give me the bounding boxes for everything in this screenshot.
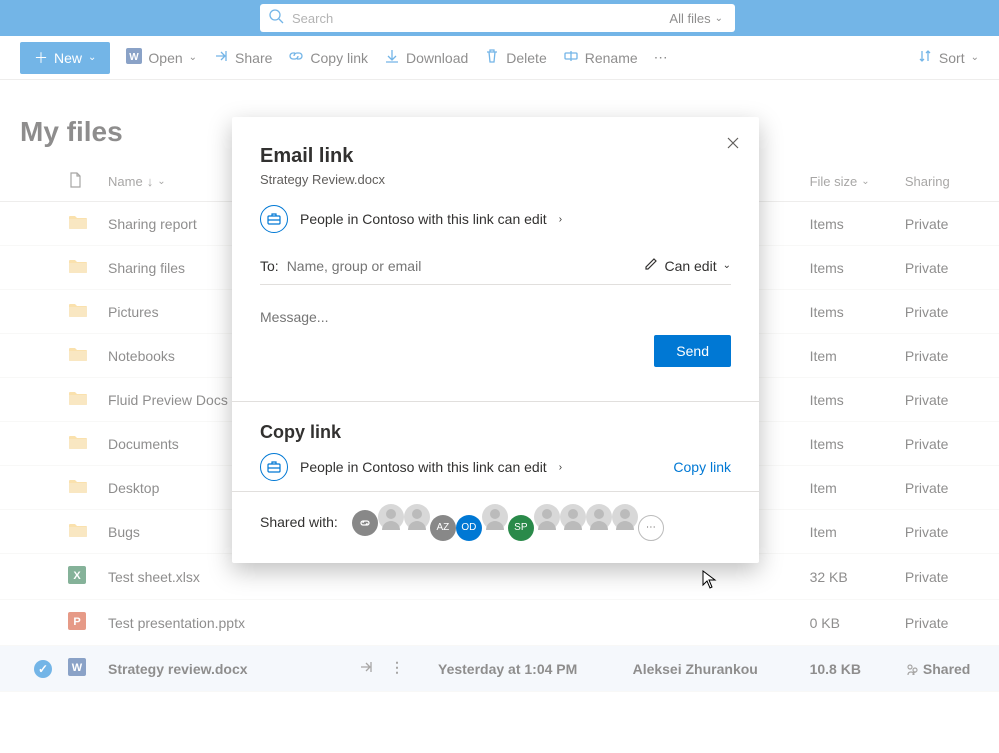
copy-link-button[interactable]: Copy link	[673, 459, 731, 475]
close-button[interactable]	[725, 135, 741, 156]
avatar[interactable]	[534, 504, 560, 530]
avatar[interactable]	[482, 504, 508, 530]
chevron-right-icon: ›	[559, 214, 562, 225]
avatar[interactable]: OD	[456, 515, 482, 541]
more-avatar-button[interactable]: ⋯	[638, 515, 664, 541]
avatar[interactable]	[586, 504, 612, 530]
copy-permission-row[interactable]: People in Contoso with this link can edi…	[260, 453, 562, 481]
avatar[interactable]	[378, 504, 404, 530]
avatar[interactable]	[612, 504, 638, 530]
permission-text: People in Contoso with this link can edi…	[300, 211, 547, 227]
message-input[interactable]	[260, 305, 731, 329]
to-label: To:	[260, 258, 279, 274]
copy-link-title: Copy link	[260, 422, 731, 443]
avatar[interactable]: AZ	[430, 515, 456, 541]
copy-permission-text: People in Contoso with this link can edi…	[300, 459, 547, 475]
shared-with-section: Shared with: AZOD SP ⋯	[232, 491, 759, 563]
dialog-title: Email link	[260, 145, 731, 168]
recipient-input[interactable]	[287, 258, 645, 274]
avatar[interactable]: SP	[508, 515, 534, 541]
briefcase-icon	[260, 205, 288, 233]
shared-with-label: Shared with:	[260, 514, 338, 530]
pencil-icon	[644, 257, 658, 274]
avatar[interactable]	[404, 504, 430, 530]
link-permission-row[interactable]: People in Contoso with this link can edi…	[260, 205, 731, 233]
chevron-down-icon: ⌄	[723, 260, 731, 271]
dialog-filename: Strategy Review.docx	[260, 172, 731, 187]
avatar[interactable]	[560, 504, 586, 530]
link-avatar[interactable]	[352, 510, 378, 536]
permission-dropdown[interactable]: Can edit ⌄	[644, 257, 731, 274]
briefcase-icon	[260, 453, 288, 481]
chevron-right-icon: ›	[559, 462, 562, 473]
share-dialog: Email link Strategy Review.docx People i…	[232, 117, 759, 563]
send-button[interactable]: Send	[654, 335, 731, 367]
